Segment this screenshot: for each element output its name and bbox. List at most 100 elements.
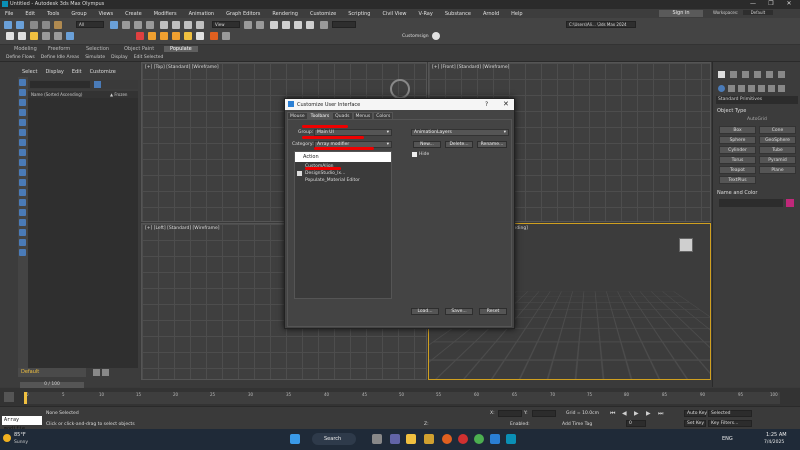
save-button[interactable]: Save... bbox=[445, 308, 473, 315]
populate-icon[interactable] bbox=[222, 32, 230, 40]
current-frame-field[interactable]: 0 bbox=[626, 420, 646, 427]
menu-create[interactable]: Create bbox=[125, 11, 142, 17]
dialog-close-button[interactable]: ✕ bbox=[503, 100, 509, 108]
shapes-icon[interactable] bbox=[728, 85, 735, 92]
bind-spacewarp-icon[interactable] bbox=[54, 21, 62, 29]
app-red-icon[interactable] bbox=[458, 434, 468, 444]
layer-dropdown[interactable]: Default bbox=[18, 368, 86, 377]
modify-tab-icon[interactable] bbox=[730, 71, 737, 78]
render-setup-icon[interactable] bbox=[172, 32, 180, 40]
go-to-end-icon[interactable]: ⏭ bbox=[658, 410, 663, 418]
snap-icon[interactable] bbox=[270, 21, 278, 29]
display-tab-icon[interactable] bbox=[766, 71, 773, 78]
time-cursor[interactable] bbox=[24, 392, 27, 404]
file-explorer-icon[interactable] bbox=[406, 434, 416, 444]
select-by-name-icon[interactable] bbox=[122, 21, 130, 29]
menu-help[interactable]: Help bbox=[511, 11, 522, 17]
rect-select-icon[interactable] bbox=[134, 21, 142, 29]
action-list-header[interactable]: Action bbox=[295, 152, 391, 162]
menu-tools[interactable]: Tools bbox=[47, 11, 59, 17]
rotate-icon[interactable] bbox=[172, 21, 180, 29]
cone-button[interactable]: Cone bbox=[759, 126, 796, 134]
action-item-populate-material-editor[interactable]: Populate_Material Editor bbox=[305, 178, 360, 183]
next-frame-icon[interactable]: ▶ bbox=[646, 410, 651, 417]
material-icon[interactable] bbox=[136, 32, 144, 40]
time-config-icon[interactable] bbox=[4, 392, 14, 402]
explorer-tab-edit[interactable]: Edit bbox=[72, 69, 82, 75]
go-to-start-icon[interactable]: ⏮ bbox=[610, 410, 615, 418]
explorer-filter-icon[interactable] bbox=[94, 81, 101, 88]
window-crossing-icon[interactable] bbox=[146, 21, 154, 29]
windows-start-icon[interactable] bbox=[290, 434, 300, 444]
display-children-icon[interactable] bbox=[19, 219, 26, 226]
set-key-button[interactable]: Set Key bbox=[684, 420, 706, 427]
camera-icon[interactable] bbox=[42, 32, 50, 40]
display-geometry-icon[interactable] bbox=[19, 99, 26, 106]
object-name-field[interactable] bbox=[719, 199, 783, 207]
selected-dropdown[interactable]: Selected bbox=[708, 410, 752, 417]
delete-toolbar-button[interactable]: Delete... bbox=[445, 141, 473, 148]
box-button[interactable]: Box bbox=[719, 126, 756, 134]
y-coord-field[interactable] bbox=[532, 410, 556, 417]
display-all-icon[interactable] bbox=[19, 89, 26, 96]
link-icon[interactable] bbox=[30, 21, 38, 29]
x-coord-field[interactable] bbox=[498, 410, 522, 417]
selection-filter-dropdown[interactable]: All bbox=[76, 21, 104, 28]
menu-rendering[interactable]: Rendering bbox=[272, 11, 298, 17]
auto-key-button[interactable]: Auto Key bbox=[684, 410, 707, 417]
display-helpers-icon[interactable] bbox=[19, 139, 26, 146]
col-name[interactable]: Name (Sorted Ascending) bbox=[31, 92, 82, 97]
spinner-snap-icon[interactable] bbox=[306, 21, 314, 29]
display-frozen-icon[interactable] bbox=[19, 199, 26, 206]
tab-modeling[interactable]: Modeling bbox=[14, 46, 37, 52]
substance-icon[interactable] bbox=[210, 32, 218, 40]
menu-scripting[interactable]: Scripting bbox=[348, 11, 370, 17]
weather-icon[interactable] bbox=[3, 434, 11, 442]
dialog-help-button[interactable]: ? bbox=[485, 101, 488, 108]
menu-vray[interactable]: V-Ray bbox=[419, 11, 433, 17]
cameras-icon[interactable] bbox=[748, 85, 755, 92]
render-icon[interactable] bbox=[148, 32, 156, 40]
display-bones-icon[interactable] bbox=[19, 179, 26, 186]
viewcube-top[interactable] bbox=[390, 79, 410, 99]
chrome-icon[interactable] bbox=[474, 434, 484, 444]
customalign-label[interactable]: Customsign bbox=[402, 34, 429, 39]
sign-in-button[interactable]: Sign in bbox=[659, 10, 703, 17]
firefox-icon[interactable] bbox=[442, 434, 452, 444]
col-frozen[interactable]: ▲ Frozen bbox=[110, 92, 127, 97]
textplus-button[interactable]: TextPlus bbox=[719, 176, 756, 184]
define-idle-areas-button[interactable]: Define Idle Areas bbox=[41, 55, 79, 60]
explorer-tab-customize[interactable]: Customize bbox=[90, 69, 116, 75]
minimize-button[interactable]: — bbox=[744, 0, 762, 7]
display-xrefs-icon[interactable] bbox=[19, 169, 26, 176]
display-button[interactable]: Display bbox=[111, 55, 128, 60]
tab-object-paint[interactable]: Object Paint bbox=[124, 46, 154, 52]
display-none-icon[interactable] bbox=[19, 79, 26, 86]
lights-icon[interactable] bbox=[738, 85, 745, 92]
explorer-tab-display[interactable]: Display bbox=[45, 69, 63, 75]
menu-modifiers[interactable]: Modifiers bbox=[154, 11, 177, 17]
task-view-icon[interactable] bbox=[372, 434, 382, 444]
weather-desc[interactable]: Sunny bbox=[14, 440, 28, 445]
placement-icon[interactable] bbox=[196, 21, 204, 29]
prev-frame-icon[interactable]: ◀ bbox=[622, 410, 627, 417]
menu-customize[interactable]: Customize bbox=[310, 11, 336, 17]
weather-temp[interactable]: 85°F bbox=[14, 432, 26, 438]
name-and-color-section[interactable]: Name and Color bbox=[717, 190, 757, 196]
reset-button[interactable]: Reset bbox=[479, 308, 507, 315]
color-swatch[interactable] bbox=[786, 199, 794, 207]
viewport-left-label[interactable]: [+] [Left] [Standard] [Wireframe] bbox=[145, 226, 220, 231]
tab-freeform[interactable]: Freeform bbox=[48, 46, 70, 52]
modifier-icon[interactable] bbox=[66, 32, 74, 40]
spacewarps-icon[interactable] bbox=[768, 85, 775, 92]
pivot-icon[interactable] bbox=[244, 21, 252, 29]
display-shapes-icon[interactable] bbox=[19, 109, 26, 116]
systems-icon[interactable] bbox=[778, 85, 785, 92]
edit-named-selection-icon[interactable] bbox=[320, 21, 328, 29]
tab-selection[interactable]: Selection bbox=[86, 46, 109, 52]
named-selection-dropdown[interactable] bbox=[332, 21, 356, 28]
action-item-designstudio[interactable]: DesignStudio_lx... bbox=[305, 171, 345, 176]
menu-substance[interactable]: Substance bbox=[445, 11, 471, 17]
display-cameras-icon[interactable] bbox=[19, 129, 26, 136]
action-list[interactable]: Action CustomAlign DesignStudio_lx... Po… bbox=[294, 151, 392, 299]
